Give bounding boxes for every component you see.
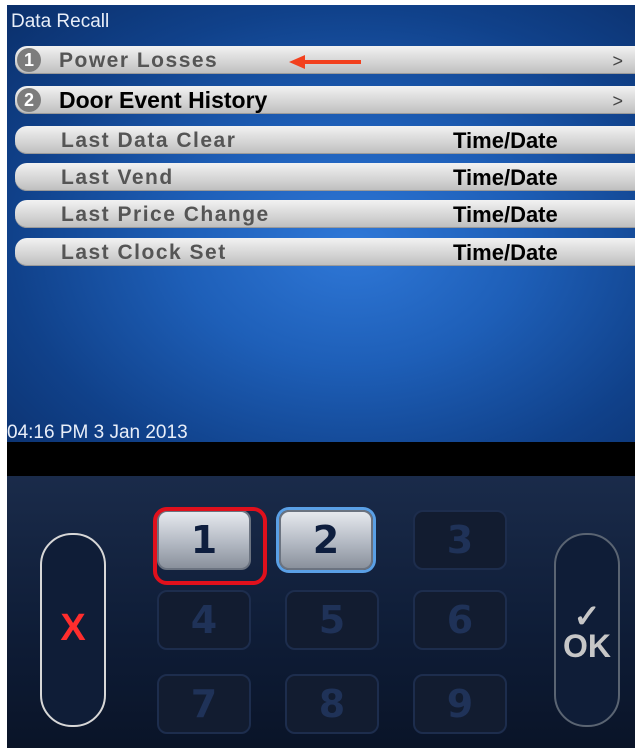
device-frame: Data Recall 1 Power Losses > 2 Door Even… [7,5,635,748]
number-badge: 2 [17,88,41,112]
key-4[interactable]: 4 [157,590,251,650]
info-row-last-clock-set: Last Clock Set Time/Date [15,238,635,266]
info-row-last-price-change: Last Price Change Time/Date [15,200,635,228]
chevron-right-icon: > [612,91,623,111]
key-5[interactable]: 5 [285,590,379,650]
chevron-right-icon: > [612,51,623,71]
info-row-label: Last Price Change [61,203,270,226]
menu-item-door-event-history[interactable]: 2 Door Event History > [15,86,635,114]
info-row-label: Last Data Clear [61,129,237,152]
info-row-label: Last Clock Set [61,241,227,264]
info-row-value: Time/Date [453,240,558,265]
ok-text: OK [563,628,611,664]
menu-item-label: Door Event History [59,87,268,113]
screen-title: Data Recall [11,11,110,32]
key-6[interactable]: 6 [413,590,507,650]
status-timestamp: 04:16 PM 3 Jan 2013 [7,422,188,442]
info-row-label: Last Vend [61,166,174,189]
info-row-last-data-clear: Last Data Clear Time/Date [15,126,635,154]
key-7[interactable]: 7 [157,674,251,734]
keypad: X 1 2 3 4 5 6 7 8 9 ✓ OK [7,476,635,748]
highlight-annotation [153,507,267,585]
info-row-value: Time/Date [453,165,558,190]
key-3[interactable]: 3 [413,510,507,570]
cancel-button[interactable]: X [40,533,106,727]
ok-label: ✓ OK [556,600,618,664]
menu-item-label: Power Losses [59,49,219,72]
info-row-value: Time/Date [453,128,558,153]
info-row-last-vend: Last Vend Time/Date [15,163,635,191]
cancel-x-icon: X [60,607,86,649]
ok-button[interactable]: ✓ OK [554,533,620,727]
key-8[interactable]: 8 [285,674,379,734]
key-9[interactable]: 9 [413,674,507,734]
display-screen: Data Recall 1 Power Losses > 2 Door Even… [7,5,635,442]
number-badge: 1 [17,48,41,72]
arrow-left-icon [289,55,361,69]
key-2[interactable]: 2 [279,510,373,570]
info-row-value: Time/Date [453,202,558,227]
